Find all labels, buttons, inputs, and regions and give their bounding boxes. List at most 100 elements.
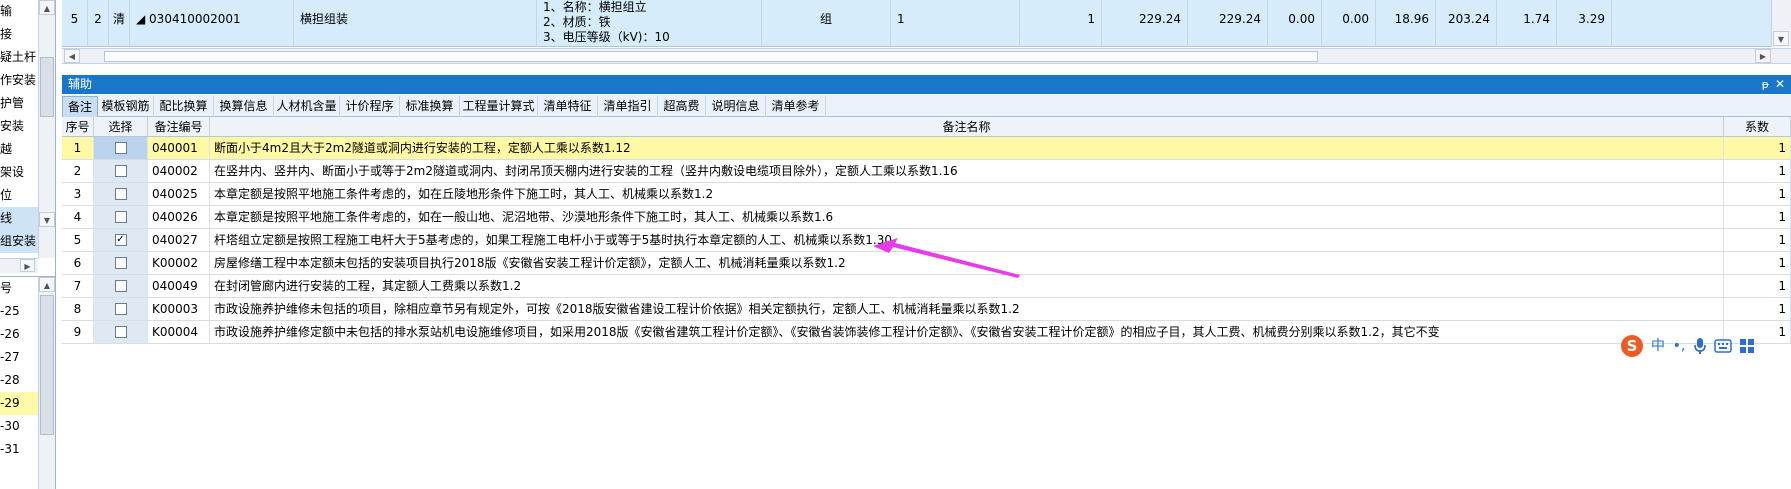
sogou-logo-icon[interactable]: S (1617, 333, 1647, 359)
cell-name[interactable]: 在竖井内、竖井内、断面小于或等于2m2隧道或洞内、封闭吊顶天棚内进行安装的工程（… (210, 160, 1724, 182)
row-qty[interactable]: 1 (1020, 0, 1102, 47)
left-list-item[interactable]: -29 (0, 392, 38, 415)
select-checkbox[interactable] (114, 280, 127, 292)
top-vscrollbar[interactable]: ▼ (1771, 0, 1791, 47)
tab-11[interactable]: 说明信息 (706, 96, 766, 117)
left-list-item[interactable]: -26 (0, 323, 38, 346)
scroll-thumb[interactable] (40, 57, 54, 117)
cell-code[interactable]: 040025 (148, 183, 210, 205)
cell-select[interactable] (94, 137, 148, 159)
select-checkbox[interactable] (114, 303, 127, 315)
row-code[interactable]: ◢ 030410002001 (130, 0, 294, 47)
ime-toolbar[interactable]: S 中 •, (1617, 333, 1767, 359)
scroll-right-icon[interactable]: ▶ (1755, 49, 1771, 63)
cell-select[interactable] (94, 160, 148, 182)
cell-code[interactable]: K00002 (148, 252, 210, 274)
table-row[interactable]: 3 040025 本章定额是按照平地施工条件考虑的，如在丘陵地形条件下施工时，其人工… (62, 183, 1791, 206)
select-checkbox[interactable] (114, 142, 127, 154)
scroll-thumb[interactable] (40, 295, 54, 435)
tree-item[interactable]: 作安装 (0, 69, 38, 92)
close-icon[interactable]: ✕ (1775, 75, 1785, 94)
table-row[interactable]: 1 040001 断面小于4m2且大于2m2隧道或洞内进行安装的工程，定额人工乘以系… (62, 137, 1791, 160)
tab-7[interactable]: 工程量计算式 (460, 96, 538, 117)
select-checkbox[interactable] (114, 211, 127, 223)
scroll-up-icon[interactable]: ▲ (39, 0, 55, 15)
tree-item[interactable]: 疑土杆 (0, 46, 38, 69)
tab-3[interactable]: 换算信息 (214, 96, 274, 117)
keyboard-icon[interactable] (1711, 333, 1735, 359)
cell-coef[interactable]: 1 (1724, 183, 1791, 205)
row-features[interactable]: 1、名称：横担组立 2、材质：铁 3、电压等级（kV)：10 (537, 0, 762, 47)
cell-coef[interactable]: 1 (1724, 229, 1791, 251)
tab-1[interactable]: 模板钢筋 (98, 96, 154, 117)
cell-coef[interactable]: 1 (1724, 298, 1791, 320)
table-row[interactable]: 4 040026 本章定额是按照平地施工条件考虑的，如在一般山地、泥沼地带、沙漠地形… (62, 206, 1791, 229)
cell-name[interactable]: 市政设施养护维修定额中未包括的排水泵站机电设施维修项目，如采用2018版《安徽省… (210, 321, 1724, 343)
grid-icon[interactable] (1735, 333, 1759, 359)
cell-select[interactable] (94, 206, 148, 228)
tree-item[interactable]: 线 (0, 207, 38, 230)
tree-item[interactable]: 越 (0, 138, 38, 161)
table-row[interactable]: 5 ✓ 040027 杆塔组立定额是按照工程施工电杆大于5基考虑的，如果工程施工电杆小… (62, 229, 1791, 252)
tree-item[interactable]: 位 (0, 184, 38, 207)
table-row[interactable]: 6 K00002 房屋修缮工程中本定额未包括的安装项目执行2018版《安徽省安装工程… (62, 252, 1791, 275)
tree-item[interactable]: 组安装 (0, 230, 38, 253)
top-hscrollbar[interactable]: ◀ ▶ (62, 48, 1791, 64)
cell-name[interactable]: 本章定额是按照平地施工条件考虑的，如在一般山地、泥沼地带、沙漠地形条件下施工时，… (210, 206, 1724, 228)
cell-code[interactable]: 040001 (148, 137, 210, 159)
row-unit[interactable]: 组 (762, 0, 891, 47)
scroll-right-icon[interactable]: ▶ (20, 259, 35, 272)
select-checkbox[interactable] (114, 326, 127, 338)
cell-code[interactable]: 040026 (148, 206, 210, 228)
left-list-item[interactable]: -31 (0, 438, 38, 461)
cell-coef[interactable]: 1 (1724, 252, 1791, 274)
select-checkbox[interactable] (114, 165, 127, 177)
tab-12[interactable]: 清单参考 (766, 96, 826, 117)
cell-code[interactable]: 040002 (148, 160, 210, 182)
tab-4[interactable]: 人材机含量 (274, 96, 340, 117)
cell-name[interactable]: 杆塔组立定额是按照工程施工电杆大于5基考虑的，如果工程施工电杆小于或等于5基时执… (210, 229, 1724, 251)
bill-item-row[interactable]: 5 2 清 ◢ 030410002001 横担组装 1、名称：横担组立 2、材质：… (62, 0, 1791, 47)
row-name[interactable]: 横担组装 (294, 0, 537, 47)
select-checkbox[interactable] (114, 188, 127, 200)
cell-code[interactable]: 040049 (148, 275, 210, 297)
cell-name[interactable]: 房屋修缮工程中本定额未包括的安装项目执行2018版《安徽省安装工程计价定额》，定… (210, 252, 1724, 274)
left-list-item[interactable]: -27 (0, 346, 38, 369)
scroll-down-icon[interactable]: ▼ (1773, 31, 1789, 46)
row-qty-expr[interactable]: 1 (891, 0, 1020, 47)
cell-coef[interactable]: 1 (1724, 160, 1791, 182)
cell-select[interactable] (94, 252, 148, 274)
left-list-item[interactable]: -25 (0, 300, 38, 323)
tab-5[interactable]: 计价程序 (340, 96, 400, 117)
cell-select[interactable] (94, 321, 148, 343)
select-checkbox[interactable] (114, 257, 127, 269)
cell-coef[interactable]: 1 (1724, 206, 1791, 228)
ime-mode-button[interactable]: 中 (1647, 333, 1669, 359)
tab-0[interactable]: 备注 (62, 96, 98, 117)
table-row[interactable]: 7 040049 在封闭管廊内进行安装的工程，其定额人工费乘以系数1.2 1 (62, 275, 1791, 298)
scroll-down-icon[interactable]: ▼ (39, 212, 55, 227)
table-row[interactable]: 2 040002 在竖井内、竖井内、断面小于或等于2m2隧道或洞内、封闭吊顶天棚内进… (62, 160, 1791, 183)
cell-select[interactable]: ✓ (94, 229, 148, 251)
left-tree-vscrollbar[interactable]: ▲ ▼ (38, 0, 55, 258)
tab-8[interactable]: 清单特征 (538, 96, 598, 117)
cell-name[interactable]: 断面小于4m2且大于2m2隧道或洞内进行安装的工程，定额人工乘以系数1.12 (210, 137, 1724, 159)
tree-item[interactable]: 安装 (0, 115, 38, 138)
tree-item[interactable]: 架设 (0, 161, 38, 184)
left-list-item[interactable]: -28 (0, 369, 38, 392)
left-tree-hscrollbar[interactable]: ▶ (0, 258, 38, 273)
scroll-up-icon[interactable]: ▲ (39, 277, 55, 292)
cell-code[interactable]: 040027 (148, 229, 210, 251)
cell-select[interactable] (94, 298, 148, 320)
tree-item[interactable]: 接 (0, 23, 38, 46)
tab-9[interactable]: 清单指引 (598, 96, 658, 117)
mic-icon[interactable] (1689, 333, 1711, 359)
cell-name[interactable]: 市政设施养护维修未包括的项目，除相应章节另有规定外，可按《2018版安徽省建设工… (210, 298, 1724, 320)
tab-10[interactable]: 超高费 (658, 96, 706, 117)
cell-select[interactable] (94, 275, 148, 297)
tree-item[interactable]: 输 (0, 0, 38, 23)
cell-code[interactable]: K00004 (148, 321, 210, 343)
cell-coef[interactable]: 1 (1724, 275, 1791, 297)
left-list-item[interactable]: -30 (0, 415, 38, 438)
cell-code[interactable]: K00003 (148, 298, 210, 320)
